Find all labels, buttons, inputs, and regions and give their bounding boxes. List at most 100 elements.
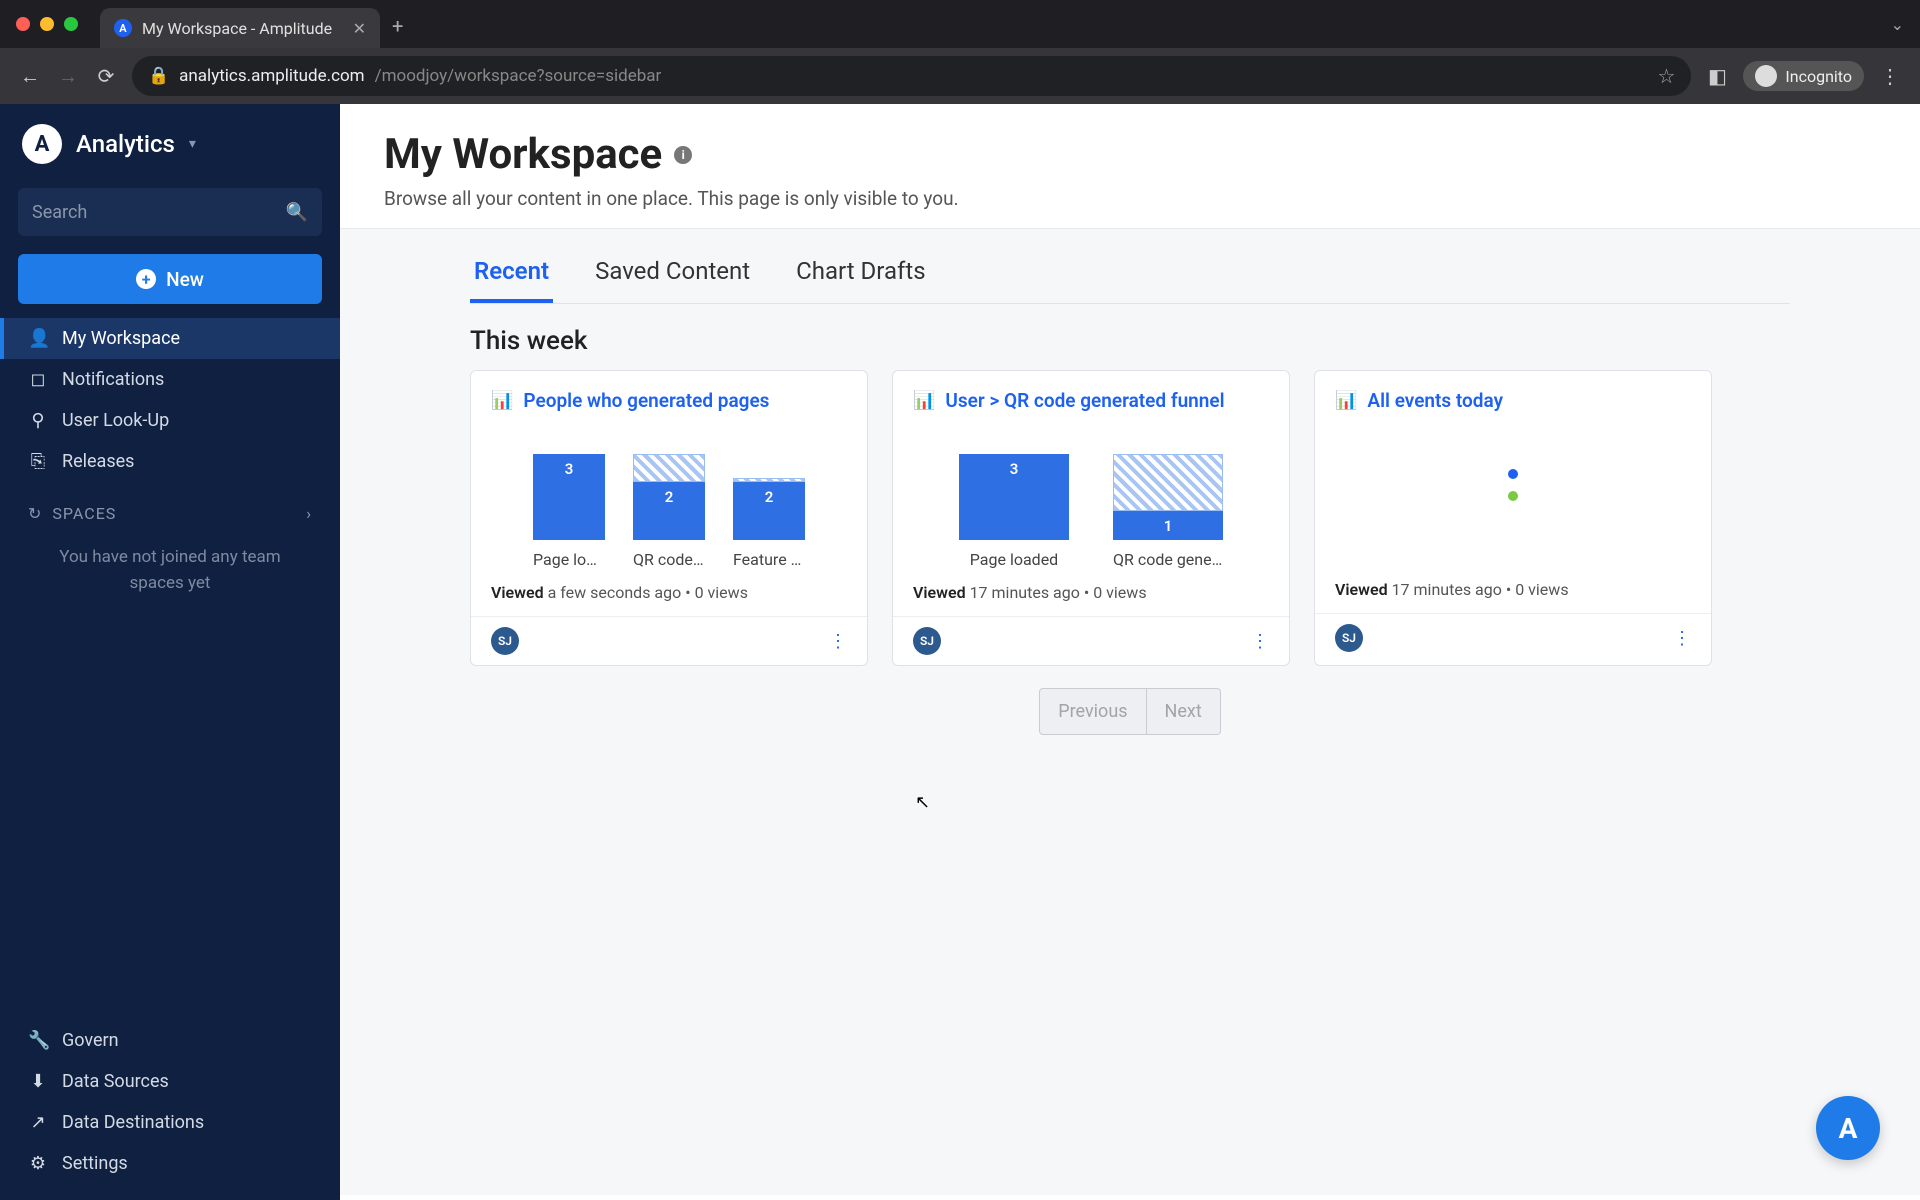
- spaces-empty-text: You have not joined any team spaces yet: [0, 535, 340, 606]
- chevron-down-icon: ▾: [189, 136, 196, 152]
- bar-value: 3: [1010, 460, 1019, 478]
- sidebar-item-label: Data Destinations: [62, 1112, 204, 1133]
- sidebar-item-govern[interactable]: 🔧 Govern: [0, 1020, 340, 1061]
- brand-title: Analytics: [76, 130, 175, 158]
- mini-bar-chart: 3 1: [913, 430, 1269, 540]
- legend-dot-green: [1508, 491, 1518, 501]
- maximize-window-icon[interactable]: [64, 17, 78, 31]
- tab-recent[interactable]: Recent: [470, 247, 553, 303]
- chart-card[interactable]: 📊 All events today Viewed 17 minutes ago…: [1314, 370, 1712, 666]
- viewed-label: Viewed: [1335, 580, 1388, 599]
- share-icon: ↗: [28, 1112, 48, 1133]
- avatar[interactable]: SJ: [1335, 624, 1363, 652]
- spaces-header[interactable]: ↻ SPACES ›: [0, 482, 340, 535]
- refresh-icon: ↻: [28, 504, 42, 523]
- minimize-window-icon[interactable]: [40, 17, 54, 31]
- sidebar-item-releases[interactable]: ⎘ Releases: [0, 441, 340, 482]
- tab-saved-content[interactable]: Saved Content: [591, 247, 754, 303]
- card-title: People who generated pages: [523, 389, 769, 412]
- x-label: Page loaded: [959, 550, 1069, 569]
- wrench-icon: 🔧: [28, 1030, 48, 1051]
- amplitude-logo-icon: A: [1839, 1112, 1858, 1145]
- more-menu-icon[interactable]: ⋮: [1251, 631, 1269, 652]
- sidebar-item-label: Data Sources: [62, 1071, 169, 1092]
- avatar[interactable]: SJ: [913, 627, 941, 655]
- url-path: /moodjoy/workspace?source=sidebar: [375, 66, 662, 86]
- previous-button[interactable]: Previous: [1039, 688, 1146, 735]
- chart-icon: 📊: [491, 390, 513, 411]
- chart-card[interactable]: 📊 User > QR code generated funnel 3 1 Pa…: [892, 370, 1290, 666]
- person-icon: 👤: [28, 328, 48, 349]
- search-input[interactable]: Search 🔍: [18, 188, 322, 236]
- brand-logo-icon: A: [22, 124, 62, 164]
- card-title: All events today: [1367, 389, 1503, 412]
- x-label: Feature p…: [733, 550, 805, 569]
- kebab-menu-icon[interactable]: ⋮: [1878, 64, 1902, 88]
- viewed-time: 17 minutes ago: [970, 583, 1080, 602]
- app-root: A Analytics ▾ Search 🔍 + New 👤 My Worksp…: [0, 104, 1920, 1200]
- browser-nav-bar: ← → ⟳ 🔒 analytics.amplitude.com/moodjoy/…: [0, 48, 1920, 104]
- sidebar-item-notifications[interactable]: ◻ Notifications: [0, 359, 340, 400]
- secondary-nav: 🔧 Govern ⬇ Data Sources ↗ Data Destinati…: [0, 1020, 340, 1200]
- sidebar-item-label: Releases: [62, 451, 134, 472]
- viewed-label: Viewed: [491, 583, 544, 602]
- reload-button[interactable]: ⟳: [94, 64, 118, 88]
- help-fab[interactable]: A: [1816, 1096, 1880, 1160]
- more-menu-icon[interactable]: ⋮: [1673, 628, 1691, 649]
- incognito-badge[interactable]: Incognito: [1743, 61, 1864, 91]
- sidebar-item-label: Govern: [62, 1030, 119, 1051]
- extensions-icon[interactable]: ◧: [1705, 64, 1729, 88]
- spaces-header-label: SPACES: [52, 504, 116, 523]
- chart-x-labels: Page loaded QR code generat…: [913, 550, 1269, 569]
- back-button[interactable]: ←: [18, 64, 42, 89]
- tabs-dropdown-icon[interactable]: ⌄: [1891, 15, 1904, 34]
- forward-button[interactable]: →: [56, 64, 80, 89]
- close-window-icon[interactable]: [16, 17, 30, 31]
- chart-card[interactable]: 📊 People who generated pages 3 2 2 Page …: [470, 370, 868, 666]
- gear-icon: ⚙: [28, 1153, 48, 1174]
- avatar[interactable]: SJ: [491, 627, 519, 655]
- chevron-right-icon: ›: [306, 504, 312, 523]
- card-meta: Viewed a few seconds ago • 0 views: [491, 583, 847, 602]
- tab-chart-drafts[interactable]: Chart Drafts: [792, 247, 929, 303]
- chart-icon: 📊: [1335, 390, 1357, 411]
- sidebar-item-data-sources[interactable]: ⬇ Data Sources: [0, 1061, 340, 1102]
- star-icon[interactable]: ☆: [1657, 64, 1675, 88]
- card-title: User > QR code generated funnel: [945, 389, 1224, 412]
- next-button[interactable]: Next: [1147, 688, 1221, 735]
- viewed-time: a few seconds ago: [548, 583, 682, 602]
- viewed-time: 17 minutes ago: [1392, 580, 1502, 599]
- close-tab-icon[interactable]: ✕: [353, 19, 366, 38]
- sidebar-item-my-workspace[interactable]: 👤 My Workspace: [0, 318, 340, 359]
- sidebar-item-user-lookup[interactable]: ⚲ User Look-Up: [0, 400, 340, 441]
- url-bar[interactable]: 🔒 analytics.amplitude.com/moodjoy/worksp…: [132, 56, 1691, 96]
- plus-icon: +: [136, 269, 156, 289]
- browser-tab[interactable]: A My Workspace - Amplitude ✕: [100, 8, 380, 48]
- card-meta: Viewed 17 minutes ago • 0 views: [913, 583, 1269, 602]
- releases-icon: ⎘: [28, 451, 48, 472]
- info-icon[interactable]: i: [674, 146, 692, 164]
- sidebar-item-label: My Workspace: [62, 328, 180, 349]
- x-label: QR code generat…: [1113, 550, 1223, 569]
- bar-value: 1: [1164, 517, 1173, 535]
- cards-row: 📊 People who generated pages 3 2 2 Page …: [470, 370, 1790, 666]
- lock-icon: 🔒: [148, 66, 169, 86]
- sidebar-item-label: User Look-Up: [62, 410, 169, 431]
- window-controls[interactable]: [16, 17, 78, 31]
- sidebar-item-label: Settings: [62, 1153, 128, 1174]
- bar-value: 2: [765, 488, 774, 506]
- more-menu-icon[interactable]: ⋮: [829, 631, 847, 652]
- bell-icon: ◻: [28, 369, 48, 390]
- brand-switcher[interactable]: A Analytics ▾: [0, 104, 340, 180]
- x-label: Page load…: [533, 550, 605, 569]
- views-count: 0 views: [695, 583, 748, 602]
- sidebar-item-settings[interactable]: ⚙ Settings: [0, 1143, 340, 1184]
- new-button[interactable]: + New: [18, 254, 322, 304]
- content-tabs: Recent Saved Content Chart Drafts: [470, 229, 1790, 304]
- browser-chrome: A My Workspace - Amplitude ✕ + ⌄ ← → ⟳ 🔒…: [0, 0, 1920, 104]
- new-tab-button[interactable]: +: [392, 14, 403, 38]
- incognito-label: Incognito: [1785, 67, 1852, 86]
- new-button-label: New: [166, 268, 204, 291]
- url-host: analytics.amplitude.com: [179, 66, 364, 86]
- sidebar-item-data-destinations[interactable]: ↗ Data Destinations: [0, 1102, 340, 1143]
